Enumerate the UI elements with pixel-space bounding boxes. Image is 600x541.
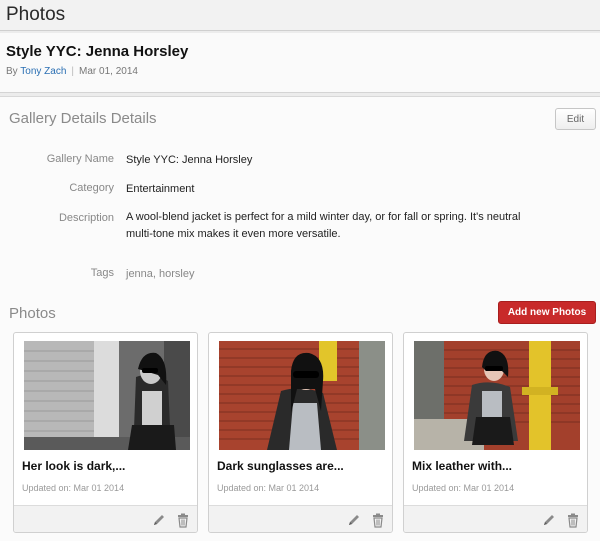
add-new-photos-button[interactable]: Add new Photos bbox=[498, 301, 596, 324]
gallery-name-value: Style YYC: Jenna Horsley bbox=[126, 154, 253, 166]
trash-icon[interactable] bbox=[370, 512, 386, 528]
photo-image bbox=[24, 341, 190, 450]
photo-card[interactable]: Dark sunglasses are... Updated on: Mar 0… bbox=[208, 332, 393, 533]
photos-section-title: Photos bbox=[9, 305, 56, 322]
photo-card-title[interactable]: Her look is dark,... bbox=[22, 459, 125, 473]
pencil-icon[interactable] bbox=[541, 512, 557, 528]
trash-icon[interactable] bbox=[175, 512, 191, 528]
photo-card[interactable]: Mix leather with... Updated on: Mar 01 2… bbox=[403, 332, 588, 533]
photo-thumbnail[interactable] bbox=[219, 341, 385, 450]
photo-card-actions bbox=[14, 505, 197, 532]
trash-icon[interactable] bbox=[565, 512, 581, 528]
description-label: Description bbox=[58, 212, 114, 224]
by-label: By bbox=[6, 66, 18, 77]
edit-button[interactable]: Edit bbox=[555, 108, 596, 130]
photo-thumbnail[interactable] bbox=[24, 341, 190, 450]
details-section-title: Gallery Details Details bbox=[9, 110, 157, 127]
photo-image bbox=[219, 341, 385, 450]
photo-card-updated: Updated on: Mar 01 2014 bbox=[412, 483, 515, 493]
gallery-date: Mar 01, 2014 bbox=[79, 66, 138, 77]
pencil-icon[interactable] bbox=[151, 512, 167, 528]
photo-card-updated: Updated on: Mar 01 2014 bbox=[22, 483, 125, 493]
tags-value: jenna, horsley bbox=[126, 268, 195, 280]
photo-card[interactable]: Her look is dark,... Updated on: Mar 01 … bbox=[13, 332, 198, 533]
gallery-name-label: Gallery Name bbox=[46, 153, 114, 165]
gallery-meta: By Tony Zach | Mar 01, 2014 bbox=[6, 66, 138, 77]
gallery-header: Style YYC: Jenna Horsley By Tony Zach | Ma… bbox=[0, 33, 600, 93]
description-line: A wool-blend jacket is perfect for a mil… bbox=[126, 211, 521, 223]
meta-divider: | bbox=[71, 66, 75, 77]
gallery-title: Style YYC: Jenna Horsley bbox=[6, 43, 189, 60]
category-label: Category bbox=[69, 182, 114, 194]
photo-card-title[interactable]: Dark sunglasses are... bbox=[217, 459, 344, 473]
photo-card-actions bbox=[209, 505, 392, 532]
photo-image bbox=[414, 341, 580, 450]
photo-thumbnail[interactable] bbox=[414, 341, 580, 450]
photo-card-updated: Updated on: Mar 01 2014 bbox=[217, 483, 320, 493]
description-line: multi-tone mix makes it even more versat… bbox=[126, 228, 341, 240]
details-panel: Gallery Details Details Edit Gallery Nam… bbox=[0, 96, 600, 541]
photo-card-actions bbox=[404, 505, 587, 532]
pencil-icon[interactable] bbox=[346, 512, 362, 528]
app-title: Photos bbox=[6, 4, 66, 25]
author-link[interactable]: Tony Zach bbox=[20, 66, 66, 77]
photo-card-title[interactable]: Mix leather with... bbox=[412, 459, 512, 473]
tags-label: Tags bbox=[90, 267, 114, 279]
description-value: A wool-blend jacket is perfect for a mil… bbox=[126, 209, 520, 243]
app-header: Photos bbox=[0, 0, 600, 31]
category-value: Entertainment bbox=[126, 183, 195, 195]
